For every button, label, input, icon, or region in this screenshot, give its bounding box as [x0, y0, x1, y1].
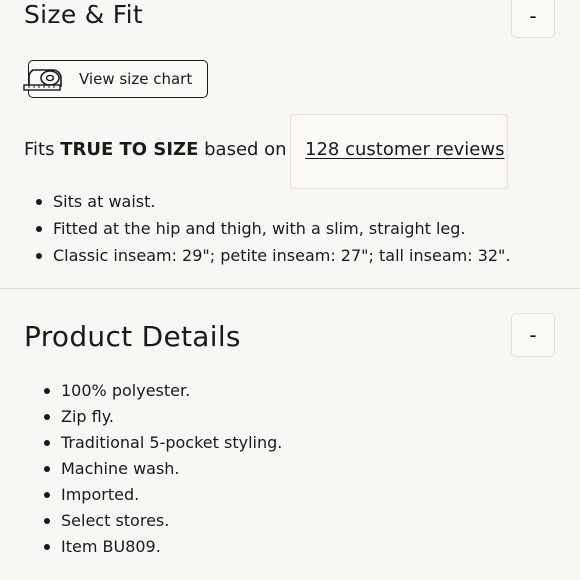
fit-rating: TRUE TO SIZE	[60, 139, 199, 160]
size-fit-collapse-button[interactable]: -	[511, 0, 555, 38]
list-item: Classic inseam: 29"; petite inseam: 27";…	[33, 242, 511, 269]
size-fit-title: Size & Fit	[24, 0, 144, 29]
product-details-title: Product Details	[24, 320, 241, 353]
measuring-tape-icon	[23, 69, 62, 91]
list-item: Item BU809.	[41, 534, 282, 560]
list-item: Imported.	[41, 482, 282, 508]
fit-details-list: Sits at waist. Fitted at the hip and thi…	[33, 188, 511, 269]
list-item: Fitted at the hip and thigh, with a slim…	[33, 215, 511, 242]
section-divider	[0, 288, 580, 289]
view-size-chart-label: View size chart	[79, 70, 193, 88]
product-info-page: Size & Fit - View size chart Fits TRUE T…	[0, 0, 580, 580]
list-item: Zip fly.	[41, 404, 282, 430]
view-size-chart-button[interactable]: View size chart	[23, 60, 208, 98]
list-item: 100% polyester.	[41, 378, 282, 404]
product-details-list: 100% polyester. Zip fly. Traditional 5-p…	[41, 378, 282, 560]
fit-prefix: Fits	[24, 139, 61, 160]
collapse-label: -	[529, 4, 537, 28]
list-item: Machine wash.	[41, 456, 282, 482]
product-details-collapse-button[interactable]: -	[511, 313, 555, 357]
list-item: Select stores.	[41, 508, 282, 534]
list-item: Sits at waist.	[33, 188, 511, 215]
fit-summary: Fits TRUE TO SIZE based on	[24, 138, 287, 162]
list-item: Traditional 5-pocket styling.	[41, 430, 282, 456]
fit-suffix: based on	[198, 139, 287, 160]
collapse-label: -	[529, 323, 537, 347]
customer-reviews-link[interactable]: 128 customer reviews	[305, 138, 504, 162]
